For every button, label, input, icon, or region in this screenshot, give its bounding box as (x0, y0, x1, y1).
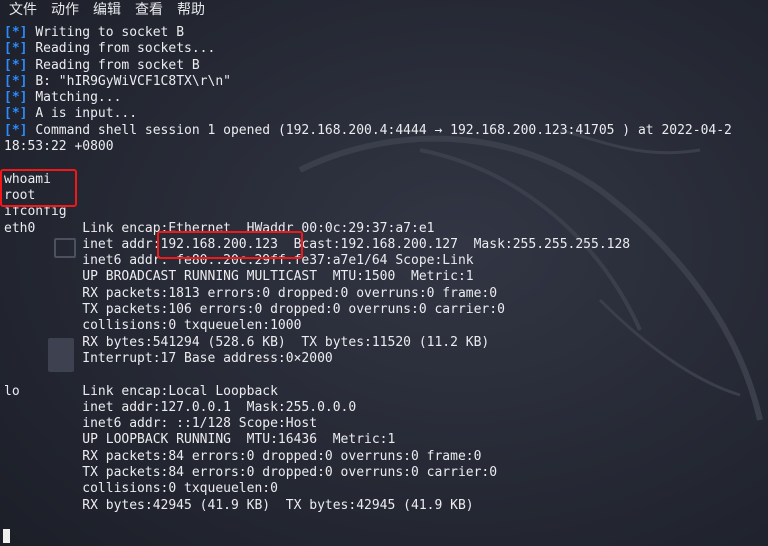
highlight-box-whoami-root (0, 169, 77, 207)
ifconfig-line: RX bytes:42945 (41.9 KB) TX bytes:42945 … (4, 497, 474, 513)
terminal-cursor (3, 529, 10, 543)
status-tag: [*] (4, 73, 28, 89)
status-tag: [*] (4, 106, 28, 122)
status-line: [*] Command shell session 1 opened (192.… (4, 123, 768, 139)
status-line: [*] Writing to socket B (4, 25, 768, 41)
status-text: Command shell session 1 opened (192.168.… (35, 122, 732, 138)
status-text: Matching... (35, 90, 122, 106)
status-line: [*] B: "hIR9GyWiVCF1C8TX\r\n" (4, 74, 768, 90)
status-text: Reading from sockets... (35, 41, 216, 57)
ifconfig-line: RX bytes:541294 (528.6 KB) TX bytes:1152… (4, 334, 490, 350)
status-tag: [*] (4, 90, 28, 106)
ifconfig-line: inet addr:192.168.200.123 Bcast:192.168.… (4, 236, 631, 252)
command-ifconfig: ifconfig (4, 204, 67, 220)
menu-bar: 文件 动作 编辑 查看 帮助 (0, 0, 768, 20)
status-text: Reading from socket B (35, 57, 200, 73)
menu-action[interactable]: 动作 (51, 0, 79, 20)
ifconfig-line: Interrupt:17 Base address:0×2000 (4, 350, 333, 366)
ifconfig-line: eth0 Link encap:Ethernet HWaddr 00:0c:29… (4, 220, 435, 236)
status-text: A is input... (35, 106, 138, 122)
terminal-output[interactable]: [*] Writing to socket B [*] Reading from… (4, 25, 768, 546)
menu-file[interactable]: 文件 (9, 0, 37, 20)
status-tag: [*] (4, 57, 28, 73)
status-tag: [*] (4, 41, 28, 57)
command-whoami: whoami (4, 171, 51, 187)
output-root: root (4, 187, 36, 203)
status-line: [*] Reading from sockets... (4, 41, 768, 57)
status-line: [*] Reading from socket B (4, 58, 768, 74)
ifconfig-line: UP BROADCAST RUNNING MULTICAST MTU:1500 … (4, 269, 474, 285)
ifconfig-line: inet6 addr: ::1/128 Scope:Host (4, 416, 318, 432)
ifconfig-line: UP LOOPBACK RUNNING MTU:16436 Metric:1 (4, 432, 396, 448)
ifconfig-line: TX packets:84 errors:0 dropped:0 overrun… (4, 465, 498, 481)
status-line: [*] A is input... (4, 106, 768, 122)
ifconfig-line: inet6 addr: fe80::20c:29ff:fe37:a7e1/64 … (4, 253, 474, 269)
status-line: [*] Matching... (4, 90, 768, 106)
ifconfig-line: RX packets:1813 errors:0 dropped:0 overr… (4, 285, 498, 301)
menu-view[interactable]: 查看 (135, 0, 163, 20)
menu-help[interactable]: 帮助 (177, 0, 205, 20)
status-tag: [*] (4, 25, 28, 40)
status-text: B: "hIR9GyWiVCF1C8TX\r\n" (35, 73, 231, 89)
ifconfig-line: collisions:0 txqueuelen:0 (4, 481, 278, 497)
ifconfig-line: inet addr:127.0.0.1 Mask:255.0.0.0 (4, 399, 357, 415)
highlight-box-ip-address (157, 231, 303, 259)
status-tag: [*] (4, 122, 28, 138)
ifconfig-line: lo Link encap:Local Loopback (4, 383, 278, 399)
status-text: Writing to socket B (35, 25, 185, 40)
menu-edit[interactable]: 编辑 (93, 0, 121, 20)
ifconfig-line: RX packets:84 errors:0 dropped:0 overrun… (4, 448, 482, 464)
ifconfig-line: TX packets:106 errors:0 dropped:0 overru… (4, 302, 505, 318)
ifconfig-line: collisions:0 txqueuelen:1000 (4, 318, 302, 334)
session-timestamp: 18:53:22 +0800 (4, 139, 114, 155)
